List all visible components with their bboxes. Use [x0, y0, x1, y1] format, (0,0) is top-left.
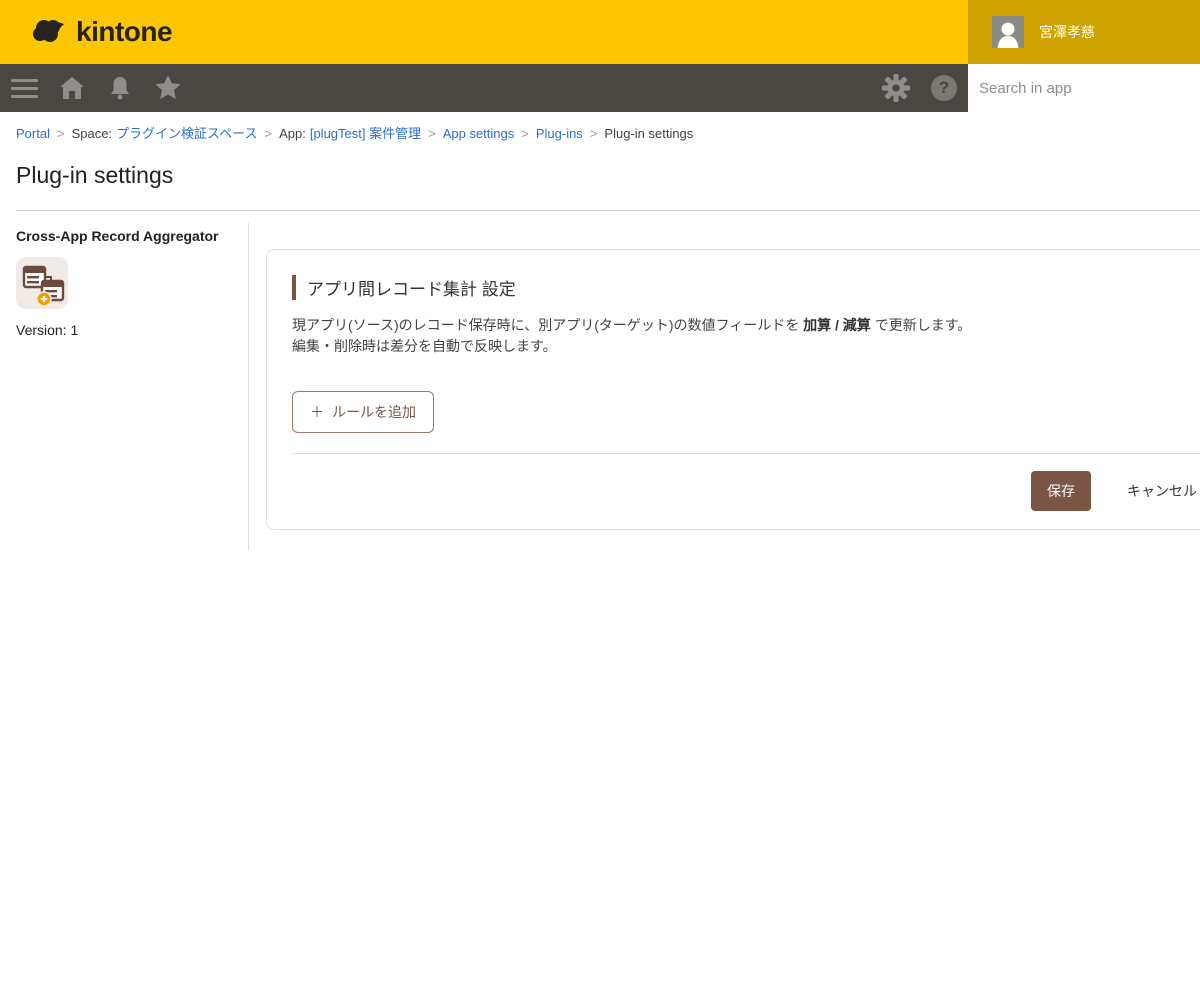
- breadcrumb-separator: >: [57, 126, 65, 141]
- gear-icon[interactable]: [872, 64, 920, 112]
- settings-main: アプリ間レコード集計 設定 現アプリ(ソース)のレコード保存時に、別アプリ(ター…: [249, 223, 1200, 530]
- title-divider: [16, 210, 1200, 211]
- avatar[interactable]: [992, 16, 1024, 48]
- breadcrumb-app-link[interactable]: [plugTest] 案件管理: [310, 126, 421, 141]
- help-icon[interactable]: ?: [920, 64, 968, 112]
- save-button[interactable]: 保存: [1031, 471, 1091, 511]
- plugin-icon: [16, 257, 68, 309]
- home-icon[interactable]: [48, 64, 96, 112]
- bell-icon[interactable]: [96, 64, 144, 112]
- kintone-logo[interactable]: kintone: [31, 15, 172, 50]
- search-input[interactable]: [968, 64, 1200, 112]
- add-rule-button[interactable]: ＋ ルールを追加: [292, 391, 434, 433]
- logo-text: kintone: [76, 16, 172, 48]
- user-name: 宮澤孝慈: [1039, 22, 1095, 42]
- heading-accent-bar: [292, 275, 296, 300]
- brand-header: kintone 宮澤孝慈: [0, 0, 1200, 64]
- plugin-settings-panel: アプリ間レコード集計 設定 現アプリ(ソース)のレコード保存時に、別アプリ(ター…: [266, 249, 1200, 530]
- breadcrumb-separator: >: [428, 126, 436, 141]
- content-area: Cross-App Record Aggregator: [0, 223, 1200, 550]
- cloud-logo-icon: [31, 15, 71, 50]
- panel-heading: アプリ間レコード集計 設定: [292, 275, 1200, 300]
- panel-footer: 保存 キャンセル: [292, 453, 1200, 511]
- panel-heading-text: アプリ間レコード集計 設定: [307, 275, 516, 300]
- global-navbar: ?: [0, 64, 1200, 112]
- breadcrumb-separator: >: [590, 126, 598, 141]
- description-line2: 編集・削除時は差分を自動で反映します。: [292, 338, 557, 354]
- panel-description: 現アプリ(ソース)のレコード保存時に、別アプリ(ターゲット)の数値フィールドを …: [292, 315, 1200, 357]
- breadcrumb-plugins[interactable]: Plug-ins: [536, 126, 583, 141]
- breadcrumb-current: Plug-in settings: [604, 126, 693, 141]
- page-title: Plug-in settings: [16, 162, 1184, 189]
- cancel-link[interactable]: キャンセル: [1127, 481, 1197, 501]
- description-line1: 現アプリ(ソース)のレコード保存時に、別アプリ(ターゲット)の数値フィールドを …: [292, 317, 971, 333]
- breadcrumb-separator: >: [521, 126, 529, 141]
- breadcrumb: Portal > Space: プラグイン検証スペース > App: [plugTest] …: [0, 112, 1200, 142]
- user-menu[interactable]: 宮澤孝慈: [968, 0, 1200, 64]
- plugin-sidebar: Cross-App Record Aggregator: [0, 223, 249, 550]
- plus-badge-icon: [37, 292, 51, 306]
- plugin-version: Version: 1: [16, 322, 232, 338]
- breadcrumb-space-prefix: Space:: [72, 126, 112, 141]
- plus-icon: ＋: [310, 402, 324, 422]
- breadcrumb-app-settings[interactable]: App settings: [443, 126, 515, 141]
- breadcrumb-portal[interactable]: Portal: [16, 126, 50, 141]
- star-icon[interactable]: [144, 64, 192, 112]
- breadcrumb-app-prefix: App:: [279, 126, 306, 141]
- plugin-name: Cross-App Record Aggregator: [16, 228, 232, 244]
- hamburger-menu-icon[interactable]: [0, 64, 48, 112]
- breadcrumb-separator: >: [265, 126, 273, 141]
- breadcrumb-space-link[interactable]: プラグイン検証スペース: [116, 126, 257, 141]
- app-search: [968, 64, 1200, 112]
